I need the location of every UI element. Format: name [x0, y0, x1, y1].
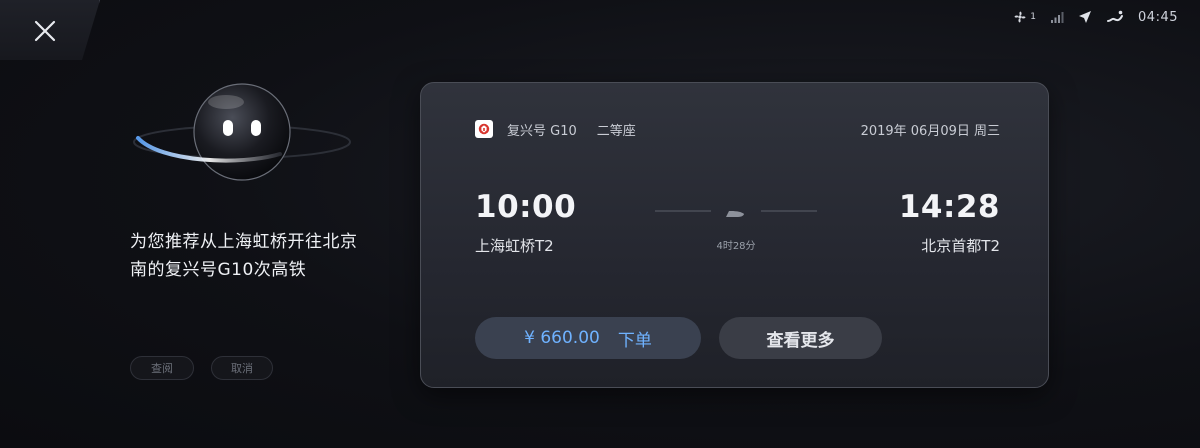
trip-date: 2019年 06月09日 周三	[860, 123, 1000, 139]
order-button[interactable]: ¥ 660.00 下单	[475, 317, 701, 359]
route-line	[655, 201, 817, 221]
fan-level: 1	[1030, 12, 1037, 22]
train-ticket-card[interactable]: 复兴号 G10 二等座 2019年 06月09日 周三 10:00 上海虹桥T2…	[420, 82, 1049, 388]
departure-station: 上海虹桥T2	[475, 237, 554, 255]
railway-logo-icon	[475, 120, 493, 138]
seat-class: 二等座	[596, 123, 636, 139]
assistant-message: 为您推荐从上海虹桥开往北京南的复兴号G10次高铁	[130, 232, 358, 280]
signal-icon	[1050, 11, 1064, 23]
view-more-button[interactable]: 查看更多	[719, 317, 882, 359]
arrival-time: 14:28	[898, 189, 1000, 225]
ticket-price: ¥ 660.00	[524, 328, 600, 348]
clock: 04:45	[1138, 9, 1178, 25]
train-icon	[725, 205, 745, 224]
assistant-avatar[interactable]	[130, 80, 360, 190]
train-name: 复兴号 G10	[507, 123, 577, 139]
ticket-header: 复兴号 G10 二等座 2019年 06月09日 周三	[475, 119, 1000, 139]
voice-hint-cancel[interactable]: 取消	[211, 356, 273, 380]
seat-heat-icon[interactable]	[1106, 10, 1124, 24]
fan-icon[interactable]: 1	[1012, 9, 1036, 25]
close-icon[interactable]	[28, 14, 62, 48]
voice-hint-confirm[interactable]: 查阅	[130, 356, 194, 380]
travel-duration: 4时28分	[716, 241, 756, 252]
departure-time: 10:00	[475, 189, 577, 225]
status-bar: 1 04:45	[1012, 6, 1178, 28]
location-arrow-icon	[1078, 10, 1092, 24]
screen: 1 04:45 为您推荐从上海虹桥开往北京南的复兴号G10次高铁 查阅 取消 复…	[0, 0, 1200, 448]
order-label: 下单	[617, 330, 652, 351]
arrival-station: 北京首都T2	[921, 237, 1000, 255]
